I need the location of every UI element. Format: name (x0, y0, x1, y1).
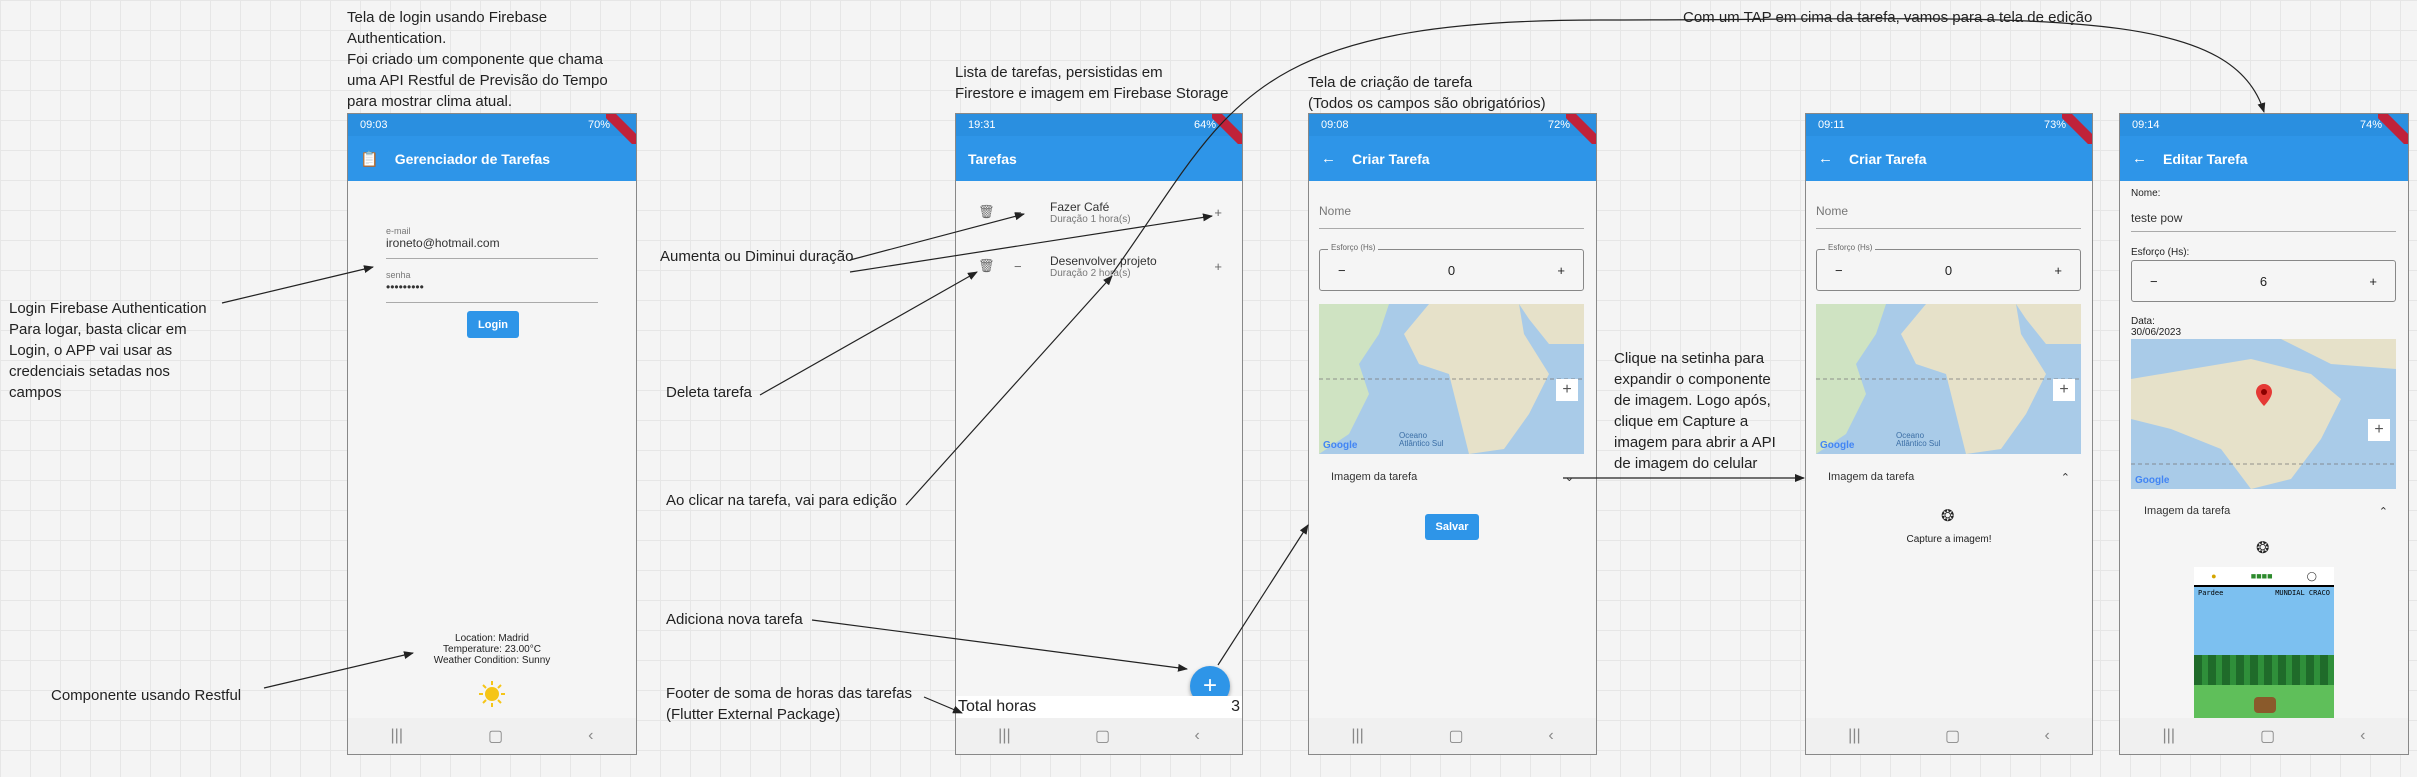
arrow-fab-to-create (1217, 524, 1309, 666)
arrow-add-task (811, 619, 1188, 672)
arrow-duration-decrease (849, 212, 1025, 261)
arrow-edit-click (905, 275, 1113, 506)
arrow-duration-increase (849, 213, 1213, 273)
annotation-arrows (221, 18, 2266, 714)
arrow-login-to-email (221, 265, 374, 304)
arrow-restful-to-weather (263, 651, 414, 689)
arrow-delete (759, 271, 978, 396)
arrow-footer (923, 696, 963, 714)
arrow-tap-to-edit (1111, 18, 2266, 275)
